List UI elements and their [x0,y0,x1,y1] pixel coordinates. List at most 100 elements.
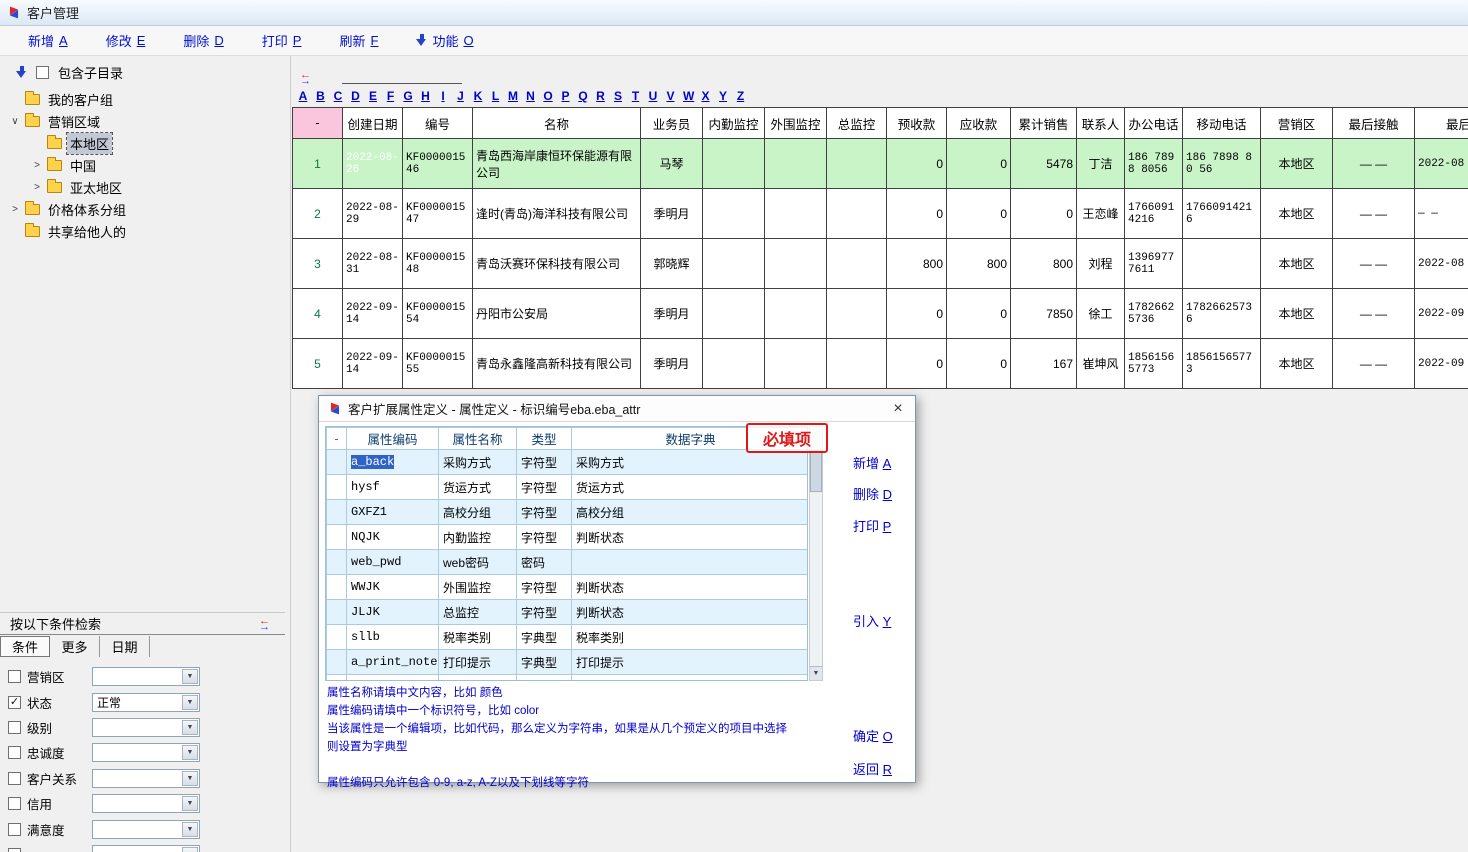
combo-arrow-icon[interactable]: ▼ [182,695,198,710]
toolbar-item-delete[interactable]: 删除D [183,31,223,50]
column-header-6[interactable]: 外围监控 [765,108,827,139]
cell-num[interactable]: 4 [293,289,343,339]
dialog-titlebar[interactable]: 客户扩展属性定义 - 属性定义 - 标识编号eba.eba_attr × [319,396,915,422]
cell-prepaid[interactable]: 0 [887,339,947,389]
quick-search-input[interactable] [342,68,462,84]
cell-last_contact[interactable]: — — [1333,339,1415,389]
column-header-8[interactable]: 预收款 [887,108,947,139]
transfer-icon[interactable]: ← → [259,618,275,630]
alphabet-letter-M[interactable]: M [508,89,518,103]
alphabet-letter-A[interactable]: A [298,89,308,103]
cell-created[interactable]: 2022-08-29 [343,189,403,239]
cell-mobile_phone[interactable]: 18561565773 [1183,339,1261,389]
cell-region[interactable]: 本地区 [1261,339,1333,389]
attr-cell-code[interactable]: WWJK [347,575,439,600]
table-row[interactable]: 42022-09-14KF000001554丹阳市公安局季明月007850徐工1… [293,289,1468,339]
alphabet-letter-F[interactable]: F [386,89,396,103]
cell-office_phone[interactable]: 17826625736 [1125,289,1183,339]
alphabet-letter-G[interactable]: G [403,89,413,103]
attr-cell-dict[interactable]: 判断状态 [572,575,809,600]
alphabet-letter-J[interactable]: J [456,89,466,103]
cell-region[interactable]: 本地区 [1261,289,1333,339]
attr-cell-name[interactable]: 高校分组 [439,500,517,525]
attr-cell-name[interactable]: 打印提示 [439,650,517,675]
attr-cell-name[interactable]: 采购方式 [439,450,517,475]
condition-checkbox[interactable] [8,721,21,734]
attr-cell-dict[interactable] [572,550,809,575]
condition-checkbox[interactable] [8,848,21,852]
column-header-10[interactable]: 累计销售 [1011,108,1077,139]
cell-last_contact[interactable]: — — [1333,189,1415,239]
cell-office_phone[interactable]: 17660914216 [1125,189,1183,239]
cell-salesperson[interactable]: 季明月 [641,339,703,389]
table-row[interactable]: 52022-09-14KF000001555青岛永鑫隆高新科技有限公司季明月00… [293,339,1468,389]
condition-checkbox[interactable] [8,823,21,836]
attr-cell-type[interactable]: 字符型 [517,475,572,500]
alphabet-letter-P[interactable]: P [561,89,571,103]
attr-cell-code[interactable]: GXFZ1 [347,500,439,525]
tab-more[interactable]: 更多 [50,636,100,657]
tree-item-5[interactable]: >价格体系分组 [0,198,290,220]
condition-checkbox[interactable] [8,670,21,683]
cell-name[interactable]: 丹阳市公安局 [473,289,641,339]
attr-column-header-2[interactable]: 属性名称 [439,428,517,450]
attr-cell-dict[interactable]: 判断状态 [572,600,809,625]
cell-monitor_external[interactable] [765,189,827,239]
cell-monitor_total[interactable] [827,239,887,289]
attr-cell-dict[interactable]: 货运方式 [572,475,809,500]
cell-monitor_external[interactable] [765,239,827,289]
alphabet-letter-R[interactable]: R [596,89,606,103]
cell-monitor_total[interactable] [827,339,887,389]
attr-cell-rownum[interactable] [327,550,347,575]
column-header-14[interactable]: 营销区 [1261,108,1333,139]
cell-receivable[interactable]: 0 [947,189,1011,239]
combo-arrow-icon[interactable]: ▼ [182,822,198,837]
table-row[interactable]: 32022-08-31KF000001548青岛沃赛环保科技有限公司郭晓辉800… [293,239,1468,289]
condition-combo[interactable]: ▼ [92,718,200,737]
alphabet-letter-N[interactable]: N [526,89,536,103]
tree-item-0[interactable]: 我的客户组 [0,88,290,110]
attr-cell-rownum[interactable] [327,650,347,675]
dialog-button-import[interactable]: 引入 Y [853,611,891,630]
toolbar-item-modify[interactable]: 修改E [106,31,146,50]
cell-last_deal[interactable]: 2022-08 [1415,139,1468,189]
cell-monitor_external[interactable] [765,339,827,389]
attr-row[interactable]: WWJK外围监控字符型判断状态 [327,575,809,600]
attr-cell-rownum[interactable] [327,475,347,500]
cell-total_sales[interactable]: 0 [1011,189,1077,239]
attr-cell-type[interactable]: 字符型 [517,600,572,625]
column-header-16[interactable]: 最后 [1415,108,1468,139]
attr-cell-rownum[interactable] [327,450,347,475]
column-header-4[interactable]: 业务员 [641,108,703,139]
attr-row[interactable]: loginfailure登录失败字符型 [327,675,809,682]
attr-column-header-3[interactable]: 类型 [517,428,572,450]
cell-num[interactable]: 5 [293,339,343,389]
cell-contact[interactable]: 丁洁 [1077,139,1125,189]
cell-mobile_phone[interactable]: 17660914216 [1183,189,1261,239]
combo-arrow-icon[interactable]: ▼ [182,669,198,684]
attr-cell-type[interactable]: 字符型 [517,575,572,600]
cell-receivable[interactable]: 0 [947,339,1011,389]
cell-last_deal[interactable]: 2022-09 [1415,289,1468,339]
cell-code[interactable]: KF000001546 [403,139,473,189]
cell-prepaid[interactable]: 800 [887,239,947,289]
attr-row[interactable]: web_pwdweb密码密码 [327,550,809,575]
down-arrow-icon[interactable] [16,66,27,79]
collapse-icon[interactable]: ∨ [10,116,20,127]
condition-checkbox[interactable]: ✓ [8,696,21,709]
alphabet-letter-H[interactable]: H [421,89,431,103]
attr-cell-type[interactable]: 字符型 [517,675,572,682]
cell-monitor_internal[interactable] [703,289,765,339]
alphabet-letter-Z[interactable]: Z [736,89,746,103]
cell-total_sales[interactable]: 7850 [1011,289,1077,339]
combo-arrow-icon[interactable]: ▼ [182,847,198,852]
column-header-7[interactable]: 总监控 [827,108,887,139]
cell-region[interactable]: 本地区 [1261,139,1333,189]
close-icon[interactable]: × [889,400,907,418]
attr-row[interactable]: GXFZ1高校分组字符型高校分组 [327,500,809,525]
attr-row[interactable]: a_print_note打印提示字典型打印提示 [327,650,809,675]
attr-cell-code[interactable]: hysf [347,475,439,500]
cell-mobile_phone[interactable]: 186 7898 80 56 [1183,139,1261,189]
attr-cell-name[interactable]: 税率类别 [439,625,517,650]
cell-contact[interactable]: 王恋峰 [1077,189,1125,239]
